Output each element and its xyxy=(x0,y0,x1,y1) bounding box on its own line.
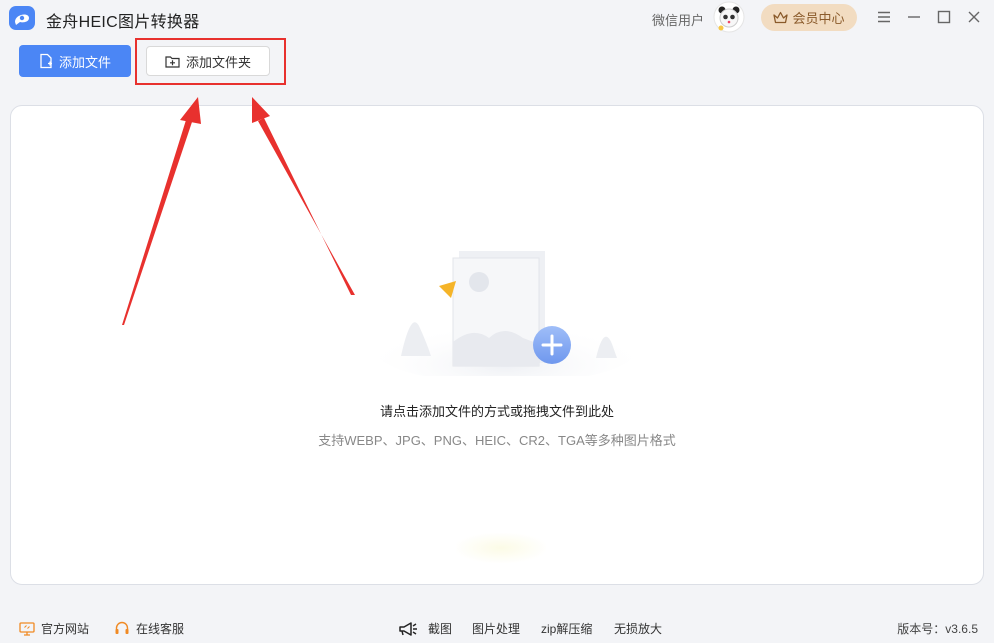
online-service-link[interactable]: 在线客服 xyxy=(114,620,184,637)
avatar-panda-icon[interactable] xyxy=(713,1,745,33)
title-bar: 金舟HEIC图片转换器 微信用户 会员中心 xyxy=(0,0,994,36)
menu-icon[interactable] xyxy=(875,8,893,26)
drop-instruction-text: 请点击添加文件的方式或拖拽文件到此处 xyxy=(379,404,614,419)
image-processing-label: 图片处理 xyxy=(472,622,521,636)
add-file-label: 添加文件 xyxy=(58,54,111,70)
headset-icon xyxy=(115,621,129,634)
add-file-button[interactable]: 添加文件 xyxy=(19,45,131,77)
monitor-icon xyxy=(19,621,35,636)
app-logo-icon xyxy=(9,6,35,30)
zip-decompress-label: zip解压缩 xyxy=(541,622,593,636)
megaphone-icon xyxy=(399,621,417,636)
close-icon[interactable] xyxy=(965,8,983,26)
file-add-icon xyxy=(40,53,52,69)
crown-icon xyxy=(773,11,789,24)
screenshot-tool-label: 截图 xyxy=(428,622,453,636)
version-text: 版本号：v3.6.5 xyxy=(897,622,978,636)
vip-center-button[interactable]: 会员中心 xyxy=(761,4,857,31)
minimize-icon[interactable] xyxy=(905,8,923,26)
vip-center-label: 会员中心 xyxy=(792,11,845,26)
lossless-enlarge-label: 无损放大 xyxy=(614,622,663,636)
supported-formats-text: 支持WEBP、JPG、PNG、HEIC、CR2、TGA等多种图片格式 xyxy=(318,433,676,448)
file-drop-zone[interactable]: 请点击添加文件的方式或拖拽文件到此处 支持WEBP、JPG、PNG、HEIC、C… xyxy=(10,105,984,585)
maximize-icon[interactable] xyxy=(935,8,953,26)
official-site-label: 官方网站 xyxy=(41,622,90,636)
online-service-label: 在线客服 xyxy=(136,622,185,636)
image-processing-link[interactable]: 图片处理 xyxy=(472,620,520,637)
zip-decompress-link[interactable]: zip解压缩 xyxy=(541,620,592,637)
add-image-illustration xyxy=(371,251,641,376)
app-title: 金舟HEIC图片转换器 xyxy=(46,14,200,31)
footer-bar: 官方网站 在线客服 截图 图片处理 zip解压缩 无损放大 版本号：v3.6.5 xyxy=(0,610,994,643)
highlight-annotation-box xyxy=(135,38,286,85)
faint-glow-decoration xyxy=(456,533,546,563)
user-name[interactable]: 微信用户 xyxy=(652,10,704,29)
screenshot-tool-link[interactable]: 截图 xyxy=(398,620,452,637)
official-site-link[interactable]: 官方网站 xyxy=(19,620,89,637)
lossless-enlarge-link[interactable]: 无损放大 xyxy=(614,620,662,637)
